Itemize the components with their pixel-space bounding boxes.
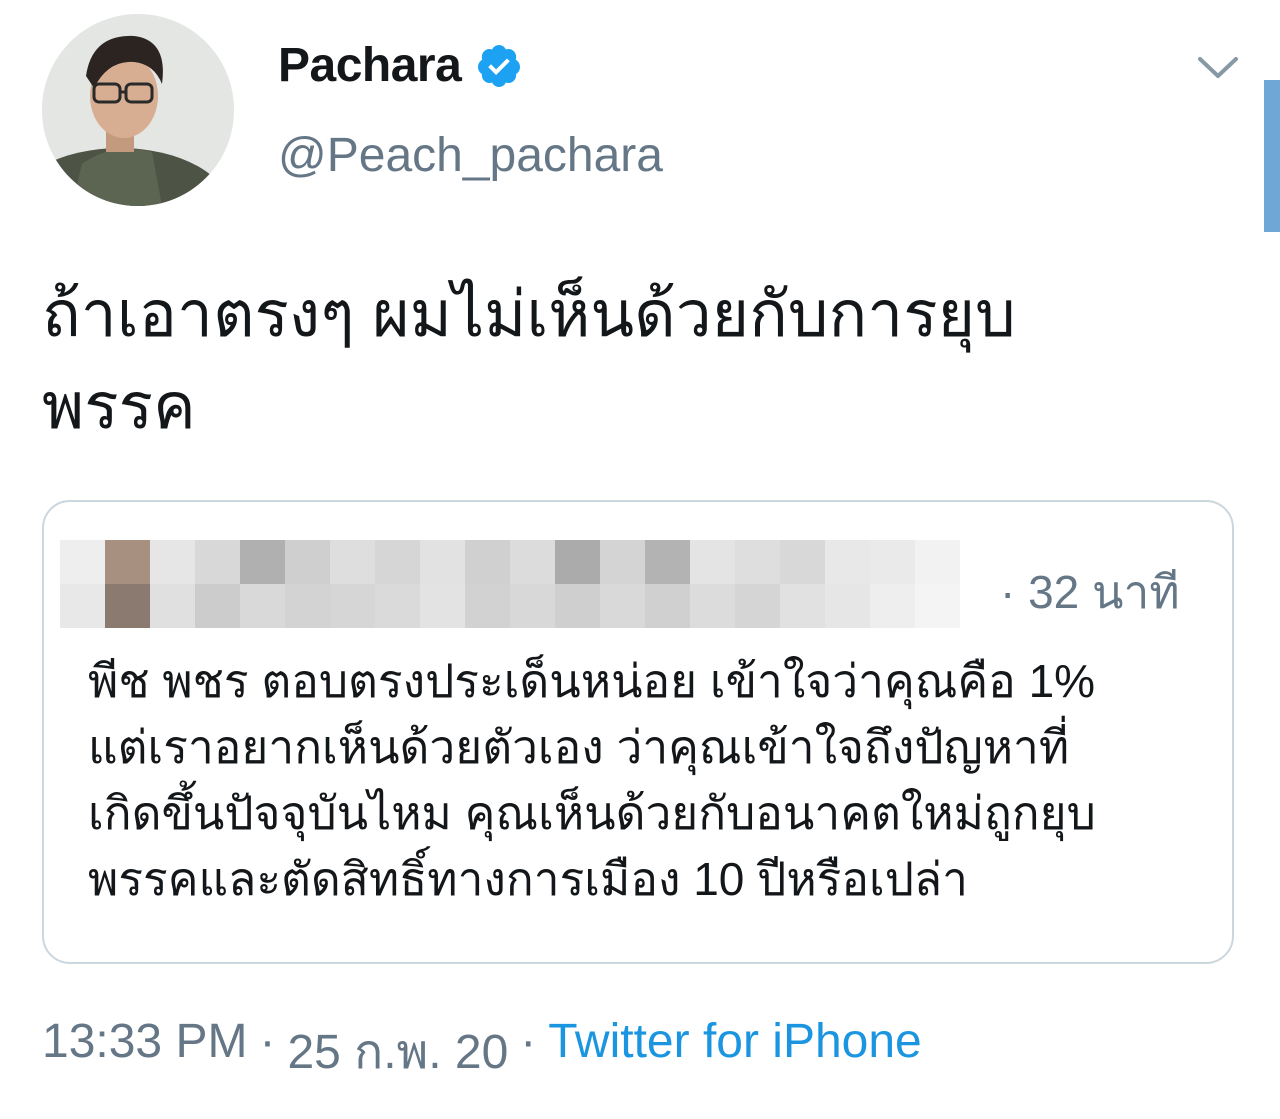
scrollbar-thumb[interactable] [1264, 80, 1280, 232]
quoted-tweet-header: · 32 นาที [60, 540, 1200, 628]
redaction-pixel [195, 584, 241, 628]
blurred-author-name [60, 540, 960, 628]
verified-badge-icon [478, 44, 521, 87]
quoted-tweet-text: พีช พชร ตอบตรงประเด็นหน่อย เข้าใจว่าคุณค… [88, 655, 1096, 905]
redaction-pixel [690, 540, 736, 585]
meta-separator: · [520, 1015, 537, 1068]
redaction-pixel [240, 540, 286, 585]
redaction-pixel [420, 540, 466, 585]
tweet-detail: Pachara @Peach_pachara ถ้าเอาตรงๆ ผมไม่เ… [0, 0, 1280, 1119]
tweet-source-link[interactable]: Twitter for iPhone [548, 1014, 922, 1090]
quoted-tweet-card[interactable]: · 32 นาที พีช พชร ตอบตรงประเด็นหน่อย เข้… [42, 500, 1234, 964]
redaction-pixel [825, 540, 871, 585]
redaction-pixel [105, 540, 151, 585]
meta-separator: · [259, 1015, 276, 1068]
author-display-name[interactable]: Pachara [278, 38, 462, 93]
redaction-pixel [150, 540, 196, 585]
redaction-pixel [870, 584, 916, 628]
redaction-pixel [240, 584, 286, 628]
redaction-pixel [60, 540, 106, 585]
redaction-pixel [375, 584, 421, 628]
redaction-pixel [600, 584, 646, 628]
redaction-pixel [735, 540, 781, 585]
quoted-tweet-time[interactable]: · 32 นาที [1000, 556, 1180, 629]
redaction-pixel [735, 584, 781, 628]
redaction-pixel [780, 584, 826, 628]
author-avatar[interactable] [42, 14, 234, 206]
redaction-pixel [375, 540, 421, 585]
redaction-pixel [330, 540, 376, 585]
redaction-pixel [645, 584, 691, 628]
tweet-date[interactable]: 25 ก.พ. 20 [287, 1014, 508, 1090]
redaction-pixel [915, 540, 960, 585]
tweet-time[interactable]: 13:33 PM [42, 1014, 247, 1090]
tweet-meta: 13:33 PM · 25 ก.พ. 20 · Twitter for iPho… [42, 1014, 922, 1090]
author-name-row[interactable]: Pachara [278, 38, 523, 93]
pixelated-redaction [60, 540, 960, 628]
chevron-down-icon [1198, 57, 1238, 78]
redaction-pixel [465, 540, 511, 585]
redaction-pixel [555, 540, 601, 585]
redaction-pixel [915, 584, 960, 628]
redaction-pixel [60, 584, 106, 628]
redaction-pixel [150, 584, 196, 628]
redaction-pixel [510, 540, 556, 585]
redaction-pixel [690, 584, 736, 628]
redaction-pixel [645, 540, 691, 585]
redaction-pixel [285, 540, 331, 585]
redaction-pixel [420, 584, 466, 628]
redaction-pixel [510, 584, 556, 628]
redaction-pixel [600, 540, 646, 585]
redaction-pixel [825, 584, 871, 628]
redaction-pixel [780, 540, 826, 585]
redaction-pixel [465, 584, 511, 628]
redaction-pixel [105, 584, 151, 628]
redaction-pixel [285, 584, 331, 628]
author-handle[interactable]: @Peach_pachara [278, 128, 663, 183]
redaction-pixel [195, 540, 241, 585]
redaction-pixel [870, 540, 916, 585]
profile-photo [42, 14, 234, 206]
more-options-button[interactable] [1192, 42, 1244, 94]
redaction-pixel [555, 584, 601, 628]
redaction-pixel [330, 584, 376, 628]
tweet-text: ถ้าเอาตรงๆ ผมไม่เห็นด้วยกับการยุบ พรรค [42, 278, 1016, 442]
